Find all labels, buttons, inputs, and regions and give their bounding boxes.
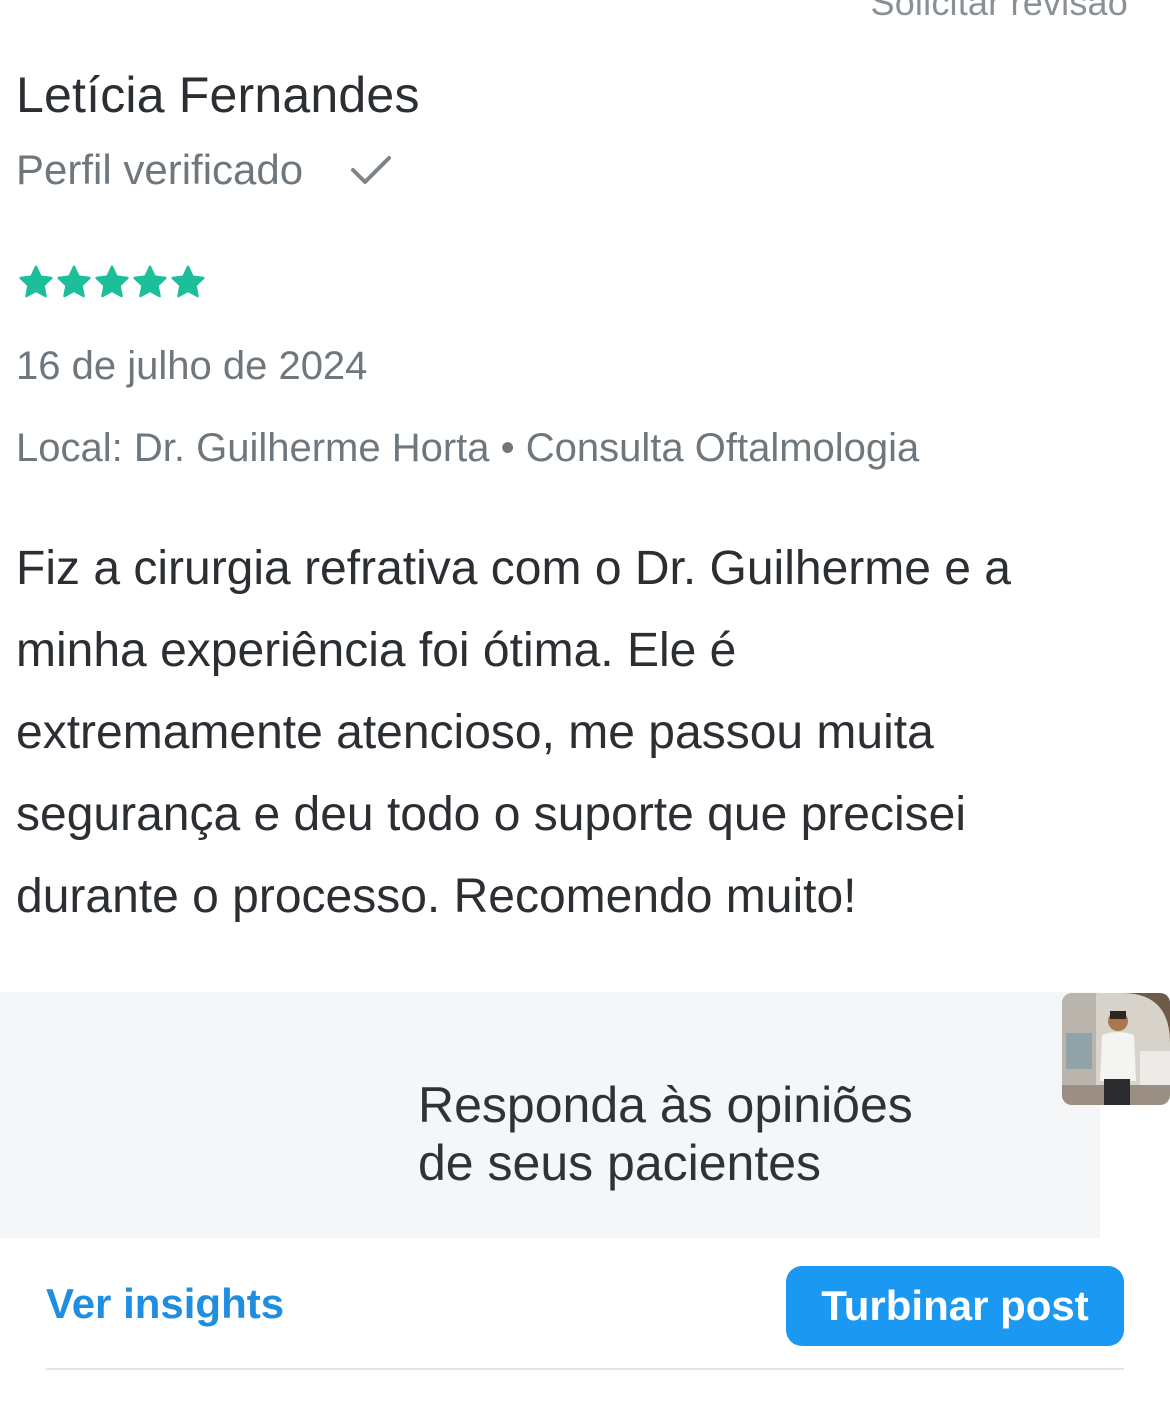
- star-icon: [132, 264, 168, 300]
- promo-text-line: de seus pacientes: [418, 1135, 822, 1191]
- doctor-photo: [1062, 993, 1170, 1105]
- review-text-line: Fiz a cirurgia refrativa com o Dr. Guilh…: [16, 542, 1011, 595]
- review-text: Fiz a cirurgia refrativa com o Dr. Guilh…: [16, 528, 1166, 938]
- star-icon: [94, 264, 130, 300]
- review-location: Local: Dr. Guilherme Horta • Consulta Of…: [16, 426, 920, 470]
- promo-text-line: Responda às opiniões: [418, 1077, 913, 1133]
- star-icon: [18, 264, 54, 300]
- star-rating: [18, 264, 206, 300]
- reviewer-name: Letícia Fernandes: [16, 67, 420, 123]
- review-date: 16 de julho de 2024: [16, 344, 368, 388]
- review-text-line: minha experiência foi ótima. Ele é: [16, 624, 737, 677]
- verified-profile-label: Perfil verificado: [16, 146, 304, 193]
- review-text-line: extremamente atencioso, me passou muita: [16, 706, 934, 759]
- check-icon: [347, 150, 395, 190]
- review-text-line: segurança e deu todo o suporte que preci…: [16, 788, 966, 841]
- verified-profile-row: Perfil verificado: [16, 146, 395, 194]
- request-review-link[interactable]: Solicitar revisão: [871, 0, 1129, 24]
- ver-insights-link[interactable]: Ver insights: [46, 1280, 284, 1328]
- promo-text: Responda às opiniões de seus pacientes: [418, 1076, 913, 1192]
- review-text-line: durante o processo. Recomendo muito!: [16, 870, 857, 923]
- divider: [46, 1368, 1124, 1370]
- star-icon: [56, 264, 92, 300]
- star-icon: [170, 264, 206, 300]
- boost-post-button[interactable]: Turbinar post: [786, 1266, 1124, 1346]
- review-post: Solicitar revisão Letícia Fernandes Perf…: [0, 0, 1170, 1406]
